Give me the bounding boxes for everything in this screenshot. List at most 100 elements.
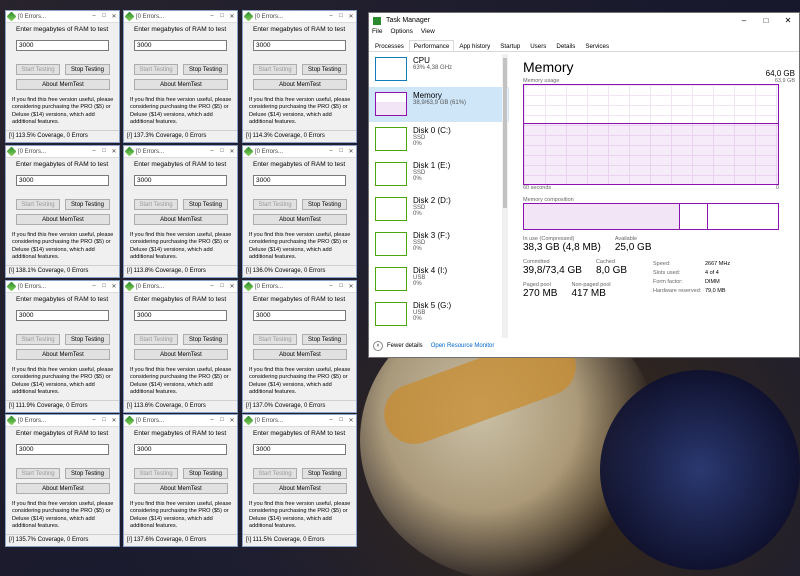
maximize-button[interactable]: □ (99, 13, 109, 20)
close-button[interactable]: ✕ (109, 148, 119, 155)
close-button[interactable]: ✕ (346, 148, 356, 155)
resource-disk-5[interactable]: Disk 5 (G:) USB 0% (369, 297, 509, 332)
stop-testing-button[interactable]: Stop Testing (183, 199, 228, 210)
memtest-window[interactable]: [0 Errors... – □ ✕ Enter megabytes of RAM to… (242, 414, 357, 547)
close-button[interactable]: ✕ (109, 13, 119, 20)
about-memtest-button[interactable]: About MemTest (253, 214, 347, 225)
ram-amount-input[interactable]: 3000 (253, 310, 346, 321)
memtest-window[interactable]: [0 Errors... – □ ✕ Enter megabytes of RAM to… (5, 414, 120, 547)
start-testing-button[interactable]: Start Testing (253, 64, 297, 75)
menu-view[interactable]: View (421, 28, 435, 40)
tab-app-history[interactable]: App history (454, 40, 495, 51)
memtest-titlebar[interactable]: [0 Errors... – □ ✕ (243, 146, 356, 158)
about-memtest-button[interactable]: About MemTest (16, 79, 110, 90)
ram-amount-input[interactable]: 3000 (134, 40, 227, 51)
memtest-titlebar[interactable]: [0 Errors... – □ ✕ (243, 415, 356, 427)
ram-amount-input[interactable]: 3000 (16, 175, 109, 186)
start-testing-button[interactable]: Start Testing (16, 199, 60, 210)
minimize-button[interactable]: – (89, 148, 99, 155)
tab-details[interactable]: Details (551, 40, 580, 51)
ram-amount-input[interactable]: 3000 (253, 444, 346, 455)
resource-memory[interactable]: Memory 38,9/63,9 GB (61%) (369, 87, 509, 122)
stop-testing-button[interactable]: Stop Testing (302, 468, 347, 479)
stop-testing-button[interactable]: Stop Testing (183, 334, 228, 345)
close-button[interactable]: ✕ (777, 16, 799, 25)
start-testing-button[interactable]: Start Testing (134, 199, 178, 210)
stop-testing-button[interactable]: Stop Testing (183, 468, 228, 479)
memtest-titlebar[interactable]: [0 Errors... – □ ✕ (124, 415, 237, 427)
memtest-titlebar[interactable]: [0 Errors... – □ ✕ (243, 281, 356, 293)
ram-amount-input[interactable]: 3000 (253, 175, 346, 186)
maximize-button[interactable]: □ (217, 13, 227, 20)
about-memtest-button[interactable]: About MemTest (16, 483, 110, 494)
maximize-button[interactable]: □ (336, 13, 346, 20)
start-testing-button[interactable]: Start Testing (134, 64, 178, 75)
open-resource-monitor-link[interactable]: Open Resource Monitor (431, 343, 495, 349)
minimize-button[interactable]: – (89, 417, 99, 424)
ram-amount-input[interactable]: 3000 (16, 310, 109, 321)
about-memtest-button[interactable]: About MemTest (253, 483, 347, 494)
memtest-titlebar[interactable]: [0 Errors... – □ ✕ (124, 281, 237, 293)
maximize-button[interactable]: □ (336, 417, 346, 424)
tab-services[interactable]: Services (580, 40, 614, 51)
minimize-button[interactable]: – (326, 13, 336, 20)
about-memtest-button[interactable]: About MemTest (16, 214, 110, 225)
minimize-button[interactable]: – (326, 148, 336, 155)
start-testing-button[interactable]: Start Testing (253, 468, 297, 479)
maximize-button[interactable]: □ (99, 283, 109, 290)
about-memtest-button[interactable]: About MemTest (134, 349, 228, 360)
minimize-button[interactable]: – (89, 283, 99, 290)
menu-options[interactable]: Options (390, 28, 412, 40)
memtest-window[interactable]: [0 Errors... – □ ✕ Enter megabytes of RAM to… (242, 280, 357, 413)
resource-cpu[interactable]: CPU 63% 4,38 GHz (369, 52, 509, 87)
tab-startup[interactable]: Startup (495, 40, 525, 51)
resource-disk-1[interactable]: Disk 1 (E:) SSD 0% (369, 157, 509, 192)
memtest-window[interactable]: [0 Errors... – □ ✕ Enter megabytes of RAM to… (5, 280, 120, 413)
about-memtest-button[interactable]: About MemTest (134, 79, 228, 90)
tm-titlebar[interactable]: Task Manager – □ ✕ (369, 13, 799, 28)
task-manager-window[interactable]: Task Manager – □ ✕ File Options View Pro… (368, 12, 800, 358)
memtest-titlebar[interactable]: [0 Errors... – □ ✕ (243, 11, 356, 23)
stop-testing-button[interactable]: Stop Testing (302, 334, 347, 345)
stop-testing-button[interactable]: Stop Testing (302, 199, 347, 210)
minimize-button[interactable]: – (207, 283, 217, 290)
memtest-titlebar[interactable]: [0 Errors... – □ ✕ (124, 146, 237, 158)
minimize-button[interactable]: – (207, 417, 217, 424)
stop-testing-button[interactable]: Stop Testing (65, 334, 110, 345)
maximize-button[interactable]: □ (217, 148, 227, 155)
stop-testing-button[interactable]: Stop Testing (302, 64, 347, 75)
about-memtest-button[interactable]: About MemTest (16, 349, 110, 360)
about-memtest-button[interactable]: About MemTest (134, 214, 228, 225)
minimize-button[interactable]: – (89, 13, 99, 20)
close-button[interactable]: ✕ (109, 283, 119, 290)
memtest-titlebar[interactable]: [0 Errors... – □ ✕ (6, 11, 119, 23)
memtest-window[interactable]: [0 Errors... – □ ✕ Enter megabytes of RAM to… (123, 280, 238, 413)
memtest-window[interactable]: [0 Errors... – □ ✕ Enter megabytes of RAM to… (242, 10, 357, 143)
maximize-button[interactable]: □ (336, 283, 346, 290)
minimize-button[interactable]: – (733, 16, 755, 25)
close-button[interactable]: ✕ (346, 283, 356, 290)
close-button[interactable]: ✕ (227, 13, 237, 20)
memtest-titlebar[interactable]: [0 Errors... – □ ✕ (6, 146, 119, 158)
memtest-titlebar[interactable]: [0 Errors... – □ ✕ (124, 11, 237, 23)
maximize-button[interactable]: □ (99, 148, 109, 155)
about-memtest-button[interactable]: About MemTest (253, 79, 347, 90)
menu-file[interactable]: File (372, 28, 382, 40)
memtest-titlebar[interactable]: [0 Errors... – □ ✕ (6, 415, 119, 427)
minimize-button[interactable]: – (207, 13, 217, 20)
memtest-window[interactable]: [0 Errors... – □ ✕ Enter megabytes of RAM to… (123, 10, 238, 143)
close-button[interactable]: ✕ (227, 417, 237, 424)
ram-amount-input[interactable]: 3000 (134, 175, 227, 186)
resource-scrollbar[interactable] (502, 54, 508, 338)
about-memtest-button[interactable]: About MemTest (253, 349, 347, 360)
maximize-button[interactable]: □ (99, 417, 109, 424)
ram-amount-input[interactable]: 3000 (16, 444, 109, 455)
start-testing-button[interactable]: Start Testing (253, 199, 297, 210)
start-testing-button[interactable]: Start Testing (16, 468, 60, 479)
minimize-button[interactable]: – (207, 148, 217, 155)
memtest-window[interactable]: [0 Errors... – □ ✕ Enter megabytes of RAM to… (242, 145, 357, 278)
maximize-button[interactable]: □ (217, 417, 227, 424)
tab-users[interactable]: Users (525, 40, 551, 51)
close-button[interactable]: ✕ (346, 417, 356, 424)
ram-amount-input[interactable]: 3000 (253, 40, 346, 51)
